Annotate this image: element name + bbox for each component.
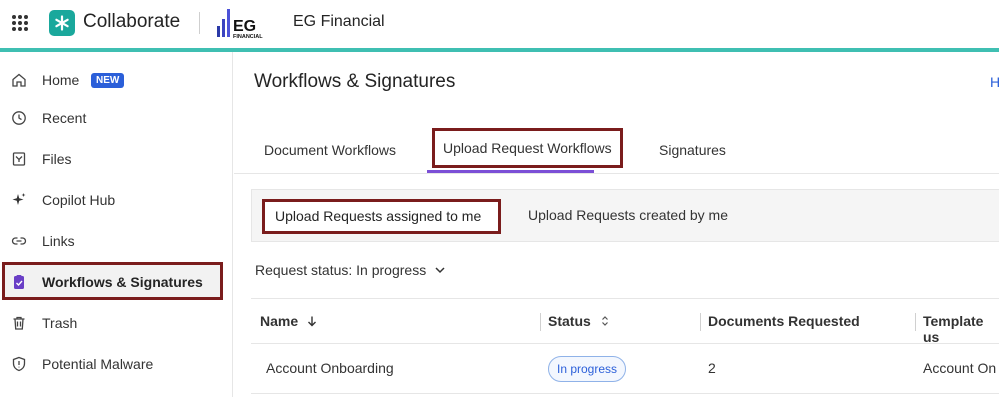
app-name: Collaborate bbox=[83, 11, 181, 32]
sidebar-item-copilot-hub[interactable]: Copilot Hub bbox=[0, 180, 233, 220]
table-header: Name Status Documents Requested Template… bbox=[251, 298, 999, 345]
link-icon bbox=[10, 232, 28, 250]
tab-upload-request-workflows[interactable]: Upload Request Workflows bbox=[432, 128, 623, 168]
subtab-assigned-to-me[interactable]: Upload Requests assigned to me bbox=[262, 199, 501, 234]
org-logo-subtext: FINANCIAL bbox=[233, 34, 263, 40]
sidebar-item-label: Workflows & Signatures bbox=[42, 274, 203, 290]
request-status-filter[interactable]: Request status: In progress bbox=[255, 262, 446, 278]
help-link[interactable]: H bbox=[990, 74, 999, 90]
filter-label: Request status: In progress bbox=[255, 262, 427, 278]
sidebar-item-workflows-signatures[interactable]: Workflows & Signatures bbox=[0, 262, 233, 302]
sidebar: Home NEW Recent Files Copilot Hub Links … bbox=[0, 52, 233, 397]
column-separator bbox=[700, 313, 701, 331]
files-icon bbox=[10, 150, 28, 168]
tab-document-workflows[interactable]: Document Workflows bbox=[264, 142, 396, 158]
sidebar-item-label: Potential Malware bbox=[42, 356, 154, 372]
sidebar-item-trash[interactable]: Trash bbox=[0, 303, 233, 343]
org-logo-text: EG bbox=[233, 18, 256, 35]
sidebar-item-recent[interactable]: Recent bbox=[0, 98, 233, 138]
column-header-name[interactable]: Name bbox=[260, 313, 318, 329]
sidebar-item-label: Recent bbox=[42, 110, 87, 126]
collaborate-logo-icon bbox=[49, 10, 75, 36]
sidebar-item-links[interactable]: Links bbox=[0, 221, 233, 261]
column-label: Status bbox=[548, 313, 591, 329]
sparkle-icon bbox=[10, 191, 28, 209]
org-logo: EG FINANCIAL bbox=[216, 6, 286, 40]
column-header-status[interactable]: Status bbox=[548, 313, 611, 329]
sidebar-item-label: Trash bbox=[42, 315, 78, 331]
sidebar-item-label: Files bbox=[42, 151, 72, 167]
sidebar-item-files[interactable]: Files bbox=[0, 139, 233, 179]
home-icon bbox=[10, 71, 28, 89]
trash-icon bbox=[10, 314, 28, 332]
clipboard-check-icon bbox=[10, 273, 28, 291]
sidebar-item-label: Links bbox=[42, 233, 75, 249]
column-label: Name bbox=[260, 313, 299, 329]
cell-documents-requested: 2 bbox=[708, 360, 716, 376]
sidebar-item-label: Copilot Hub bbox=[42, 192, 116, 208]
tab-signatures[interactable]: Signatures bbox=[659, 142, 726, 158]
column-separator bbox=[540, 313, 541, 331]
active-tab-indicator bbox=[427, 170, 594, 173]
column-header-documents-requested[interactable]: Documents Requested bbox=[708, 313, 860, 329]
table-row[interactable]: Account Onboarding In progress 2 Account… bbox=[251, 344, 999, 394]
topbar-divider bbox=[199, 12, 200, 34]
sort-arrow-down-icon bbox=[308, 316, 317, 327]
sort-toggle-icon bbox=[601, 316, 608, 326]
sidebar-item-label: Home bbox=[42, 72, 80, 88]
shield-alert-icon bbox=[10, 355, 28, 373]
column-header-template[interactable]: Template us bbox=[923, 313, 999, 345]
sidebar-item-home[interactable]: Home NEW bbox=[0, 60, 233, 100]
new-badge: NEW bbox=[91, 73, 125, 88]
cell-name[interactable]: Account Onboarding bbox=[266, 360, 394, 376]
subtab-label: Upload Requests assigned to me bbox=[275, 208, 482, 224]
sidebar-item-potential-malware[interactable]: Potential Malware bbox=[0, 344, 233, 384]
cell-template: Account On bbox=[923, 360, 997, 376]
app-launcher-icon[interactable] bbox=[12, 15, 28, 31]
column-label: Template us bbox=[923, 313, 984, 345]
top-bar: Collaborate EG FINANCIAL EG Financial bbox=[0, 0, 999, 48]
chevron-down-icon bbox=[435, 267, 445, 274]
column-label: Documents Requested bbox=[708, 313, 860, 329]
subtab-created-by-me[interactable]: Upload Requests created by me bbox=[528, 207, 728, 223]
org-name: EG Financial bbox=[293, 13, 385, 30]
workflow-tabs: Document Workflows Upload Request Workfl… bbox=[234, 128, 999, 174]
column-separator bbox=[915, 313, 916, 331]
page-title: Workflows & Signatures bbox=[254, 71, 456, 92]
status-badge: In progress bbox=[548, 356, 627, 382]
clock-icon bbox=[10, 109, 28, 127]
